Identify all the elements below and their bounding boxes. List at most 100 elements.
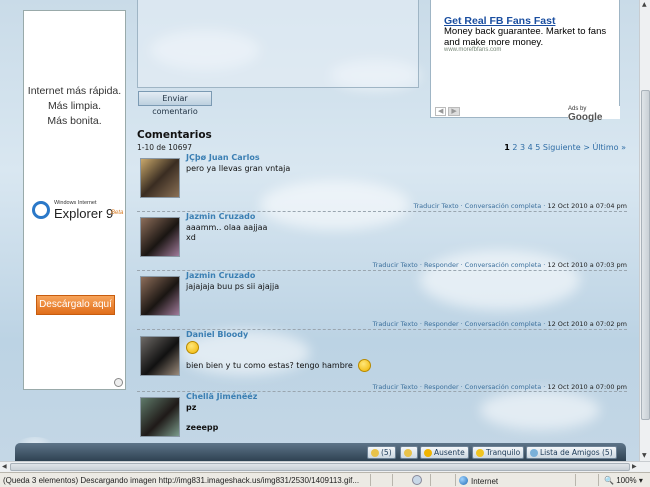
mail-icon — [371, 449, 379, 457]
ad-tagline-line: Más limpia. — [47, 100, 102, 112]
avatar[interactable] — [140, 336, 180, 376]
smiley-icon — [476, 449, 484, 457]
notification-count: (5) — [381, 448, 392, 457]
comment-text: xd — [186, 233, 196, 242]
comment-item: JÇþø Juan Carlos pero ya llevas gran vnt… — [137, 152, 627, 212]
comment-date: 12 Oct 2010 a 07:03 pm — [547, 261, 627, 269]
ie9-advertisement[interactable]: Internet más rápida. Más limpia. Más bon… — [23, 10, 126, 390]
comment-text: jajajaja buu ps sii ajajja — [186, 282, 280, 291]
ad-url[interactable]: www.morefbfans.com — [444, 47, 501, 53]
scroll-up-icon[interactable]: ▲ — [642, 1, 647, 8]
ads-by-google[interactable]: Ads by Google — [568, 106, 620, 123]
globe-icon — [459, 476, 468, 485]
zoom-control[interactable]: 🔍 100% ▾ — [604, 476, 643, 485]
browser-status-bar: (Queda 3 elementos) Descargando imagen h… — [0, 472, 650, 487]
comment-item: Jazmin Cruzado aaamm.. olaa aajjaa xd Tr… — [137, 211, 627, 271]
comment-text: pero ya llevas gran vntaja — [186, 164, 291, 173]
ie-brand-main: Explorer 9 — [54, 206, 114, 221]
scroll-right-icon[interactable]: ▶ — [632, 463, 637, 470]
comment-item: Chellä Jiménëéz pz zeeepp — [137, 391, 627, 441]
status-separator — [575, 474, 576, 486]
friends-icon — [530, 449, 538, 457]
comment-text-content: bien bien y tu como estas? tengo hambre — [186, 361, 353, 370]
page-next-link[interactable]: Siguiente > — [543, 143, 590, 152]
status-separator — [430, 474, 431, 486]
comment-author[interactable]: Daniel Bloody — [186, 330, 248, 339]
status-separator — [455, 474, 456, 486]
page-current: 1 — [504, 143, 510, 152]
comment-author[interactable]: Jazmin Cruzado — [186, 271, 255, 280]
pagination: 1 2 3 4 5 Siguiente > Último » — [504, 143, 626, 152]
away-status-icon — [424, 449, 432, 457]
comment-author[interactable]: JÇþø Juan Carlos — [186, 153, 260, 162]
comment-actions[interactable]: Traducir Texto · Responder · Conversació… — [373, 320, 627, 328]
zone-label: Internet — [471, 477, 499, 486]
comment-text: zeeepp — [186, 423, 219, 432]
comment-action-links[interactable]: Traducir Texto · Responder · Conversació… — [373, 261, 546, 269]
status-away-label: Ausente — [434, 448, 465, 457]
scroll-down-icon[interactable]: ▼ — [642, 452, 647, 459]
scroll-left-icon[interactable]: ◀ — [2, 463, 7, 470]
status-away-button[interactable]: Ausente — [420, 446, 469, 459]
chat-icon — [404, 449, 412, 457]
status-separator — [598, 474, 599, 486]
avatar[interactable] — [140, 397, 180, 437]
google-ad[interactable]: Get Real FB Fans Fast Money back guarant… — [430, 0, 620, 118]
comment-text: pz — [186, 403, 197, 412]
comment-action-links[interactable]: Traducir Texto · Responder · Conversació… — [373, 383, 546, 391]
comment-item: Daniel Bloody bien bien y tu como estas?… — [137, 329, 627, 392]
comment-actions[interactable]: Traducir Texto · Conversación completa ·… — [413, 202, 627, 210]
ad-tagline-line: Internet más rápida. — [27, 85, 122, 97]
comments-count: 1-10 de 10697 — [137, 143, 193, 152]
smiley-icon — [358, 359, 372, 372]
comment-item: Jazmin Cruzado jajajaja buu ps sii ajajj… — [137, 270, 627, 330]
chat-settings-button[interactable] — [400, 446, 418, 459]
ad-tagline: Internet más rápida. Más limpia. Más bon… — [24, 84, 125, 129]
comment-date: 12 Oct 2010 a 07:02 pm — [547, 320, 627, 328]
status-message: (Queda 3 elementos) Descargando imagen h… — [3, 476, 360, 485]
page-links[interactable]: 2 3 4 5 — [512, 143, 540, 152]
comments-title: Comentarios — [137, 129, 212, 141]
ie-brand-beta: Beta — [111, 210, 124, 216]
ad-info-icon[interactable] — [114, 378, 123, 387]
google-logo: Google — [568, 112, 603, 123]
avatar[interactable] — [140, 158, 180, 198]
chat-bar: (5) Ausente Tranquilo Lista de Amigos (5… — [15, 443, 626, 461]
comment-action-links[interactable]: Traducir Texto · Responder · Conversació… — [373, 320, 546, 328]
scroll-thumb[interactable] — [10, 463, 630, 471]
friends-list-button[interactable]: Lista de Amigos (5) — [526, 446, 617, 459]
ie9-logo: Windows Internet Explorer 9 Beta — [30, 199, 124, 225]
notifications-button[interactable]: (5) — [367, 446, 396, 459]
ad-description: Money back guarantee. Market to fans and… — [444, 26, 607, 48]
ad-next-icon[interactable]: ▶ — [448, 107, 460, 116]
avatar[interactable] — [140, 217, 180, 257]
comment-textarea[interactable] — [137, 0, 419, 88]
smiley-icon — [186, 341, 199, 354]
ie-logo-icon — [32, 201, 50, 219]
zoom-level: 100% — [616, 476, 637, 485]
mood-button[interactable]: Tranquilo — [472, 446, 525, 459]
page-last-link[interactable]: Último » — [592, 143, 626, 152]
comment-date: 12 Oct 2010 a 07:04 pm — [547, 202, 627, 210]
download-button[interactable]: Descárgalo aquí — [36, 295, 115, 315]
avatar[interactable] — [140, 276, 180, 316]
comment-author[interactable]: Jazmin Cruzado — [186, 212, 255, 221]
comment-actions[interactable]: Traducir Texto · Responder · Conversació… — [373, 383, 627, 391]
comment-date: 12 Oct 2010 a 07:00 pm — [547, 383, 627, 391]
comment-actions[interactable]: Traducir Texto · Responder · Conversació… — [373, 261, 627, 269]
friends-list-label: Lista de Amigos (5) — [540, 448, 613, 457]
mood-label: Tranquilo — [486, 448, 521, 457]
scroll-thumb[interactable] — [641, 90, 650, 420]
vertical-scrollbar[interactable]: ▲ ▼ — [639, 0, 650, 462]
security-icon — [412, 475, 422, 485]
ad-prev-icon[interactable]: ◀ — [435, 107, 447, 116]
status-separator — [392, 474, 393, 486]
comment-author[interactable]: Chellä Jiménëéz — [186, 392, 257, 401]
comment-text: bien bien y tu como estas? tengo hambre — [186, 359, 372, 372]
send-comment-button[interactable]: Enviar comentario — [138, 91, 212, 116]
security-zone[interactable]: Internet — [459, 476, 498, 486]
ad-nav-arrows[interactable]: ◀ ▶ — [435, 107, 460, 116]
horizontal-scrollbar[interactable]: ◀ ▶ — [0, 461, 650, 472]
comment-text: aaamm.. olaa aajjaa — [186, 223, 268, 232]
comment-action-links[interactable]: Traducir Texto · Conversación completa · — [413, 202, 545, 210]
